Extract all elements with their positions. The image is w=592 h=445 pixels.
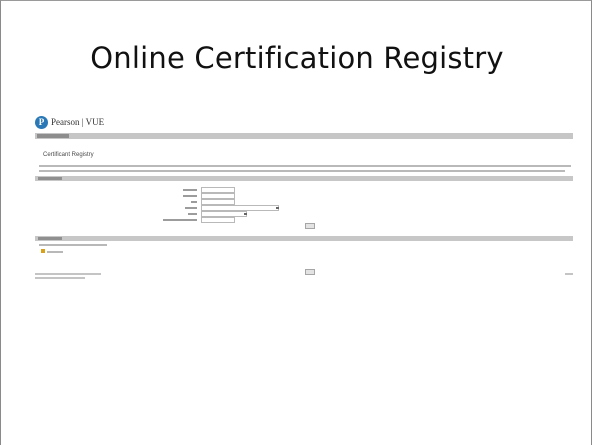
page-heading: Certificant Registry	[43, 152, 94, 158]
footer-link[interactable]	[565, 273, 573, 275]
field-label	[185, 207, 197, 209]
field-label	[183, 189, 197, 191]
brand-logo: P Pearson | VUE	[35, 113, 104, 131]
certification-number-field[interactable]	[201, 217, 235, 223]
embedded-screenshot: P Pearson | VUE Certificant Registry	[35, 113, 573, 283]
form-button[interactable]	[305, 269, 315, 275]
footer-text-line	[35, 277, 85, 279]
brand-name: Pearson | VUE	[51, 117, 105, 127]
pearson-vue-logo-icon: P	[35, 115, 48, 129]
chevron-down-icon	[244, 213, 247, 215]
search-section-header	[35, 176, 573, 181]
slide: Online Certification Registry P Pearson …	[0, 0, 592, 445]
section-header-label	[38, 177, 62, 180]
footer-text-line	[35, 273, 101, 275]
chevron-down-icon	[276, 207, 279, 209]
field-label	[191, 201, 197, 203]
results-text-line	[39, 244, 107, 246]
field-label	[188, 213, 197, 215]
results-section-header	[35, 236, 573, 241]
results-text-line	[47, 251, 63, 253]
slide-title: Online Certification Registry	[90, 41, 504, 75]
warning-icon	[41, 249, 45, 253]
field-label	[163, 219, 197, 221]
intro-text-line	[39, 170, 565, 172]
section-header-label	[38, 237, 62, 240]
field-label	[183, 195, 197, 197]
form-button[interactable]	[305, 223, 315, 229]
top-nav-bar	[35, 133, 573, 139]
nav-menu-item[interactable]	[37, 134, 69, 138]
form-row	[35, 217, 573, 223]
intro-text-line	[39, 165, 571, 167]
